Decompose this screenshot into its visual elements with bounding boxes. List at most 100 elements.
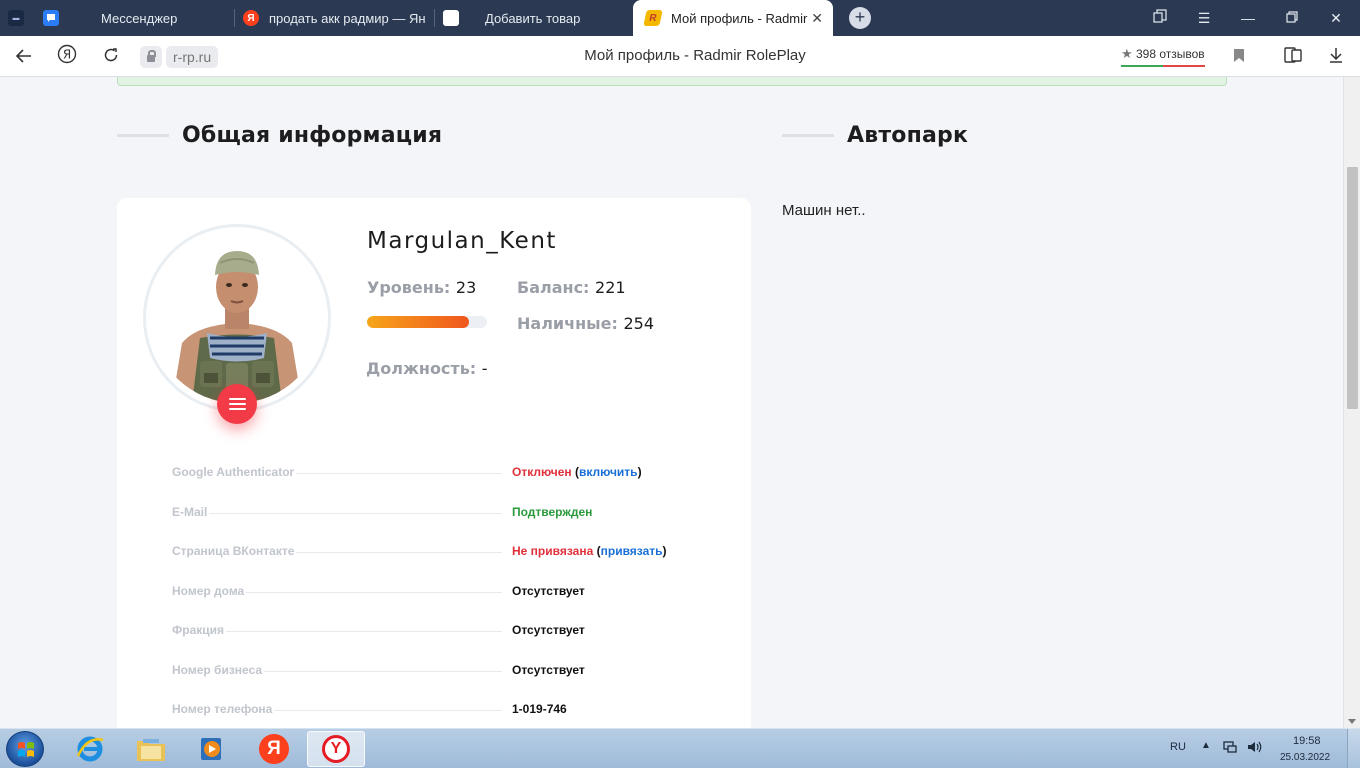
info-label: Номер телефона [172,702,275,716]
enable-2fa-link[interactable]: включить [579,465,638,479]
general-info-header: Общая информация [117,123,442,148]
info-row-google-auth: Google Authenticator Отключен (включить) [172,463,732,483]
garage-title: Автопарк [847,123,969,148]
balance-value: 221 [595,278,626,297]
internet-explorer-icon [76,736,104,762]
taskbar-yandex[interactable]: Я [245,731,303,767]
level-value: 23 [455,278,477,297]
windows-taskbar: Я Y RU ▲ 19:58 25.03.2022 [0,728,1360,768]
yandex-browser-icon: Y [322,735,350,763]
avatar-image [152,233,322,403]
section-line [117,134,169,137]
info-label: Номер бизнеса [172,663,265,677]
cash-value: 254 [623,314,654,333]
tab-messenger[interactable]: Мессенджер [43,0,233,36]
balance-stat: Баланс: 221 [517,278,626,297]
profile-card: Margulan_Kent Уровень: 23 Баланс: 221 На… [117,198,751,728]
yandex-icon: Я [243,10,259,26]
profile-menu-button[interactable] [217,384,257,424]
info-row-house: Номер дома Отсутствует [172,582,732,602]
link-vk-link[interactable]: привязать [601,544,663,558]
info-row-email: E-Mail Подтвержден [172,503,732,523]
info-row-business: Номер бизнеса Отсутствует [172,661,732,681]
menu-icon[interactable]: ☰ [1182,0,1226,36]
username: Margulan_Kent [367,228,557,254]
minimize-icon[interactable]: — [1226,0,1270,36]
start-button[interactable] [6,731,44,767]
star-icon: ★ [1121,46,1133,61]
info-row-phone: Номер телефона 1-019-746 [172,700,732,720]
blank-page-icon [443,10,459,26]
info-label: Страница ВКонтакте [172,544,297,558]
folder-icon [137,739,165,761]
garage-header: Автопарк [782,123,968,148]
taskbar-yandex-browser[interactable]: Y [307,731,365,767]
google-auth-status: Отключен [512,465,572,479]
address-bar: Я r-rp.ru Мой профиль - Radmir RolePlay … [0,36,1360,77]
new-tab-button[interactable]: + [849,7,871,29]
row-line [172,513,502,514]
taskbar-media-player[interactable] [183,731,241,767]
clock-time[interactable]: 19:58 [1293,735,1321,747]
hamburger-icon [228,398,246,400]
tab-my-profile[interactable]: R Мой профиль - Radmir ✕ [633,0,833,36]
tab-yandex-search[interactable]: Я продать акк радмир — Ян [243,0,433,36]
tab-add-product[interactable]: Добавить товар [443,0,633,36]
cash-label: Наличные: [517,314,618,333]
volume-icon[interactable] [1246,739,1262,758]
yandex-icon: Я [259,734,289,764]
scroll-thumb[interactable] [1347,167,1358,409]
close-window-icon[interactable]: ✕ [1314,0,1358,36]
collections-icon[interactable] [1280,44,1306,70]
info-label: Google Authenticator [172,465,297,479]
faction-value: Отсутствует [512,623,585,637]
tray-expand-icon[interactable]: ▲ [1201,740,1211,751]
tab-label: Добавить товар [485,10,581,26]
download-icon[interactable] [1323,44,1349,70]
info-label: Фракция [172,623,227,637]
network-icon[interactable] [1222,739,1238,758]
general-info-title: Общая информация [182,123,443,148]
level-label: Уровень: [367,278,451,297]
info-row-faction: Фракция Отсутствует [172,621,732,641]
cash-stat: Наличные: 254 [517,314,654,333]
taskbar-explorer[interactable] [122,731,180,767]
pinned-tab[interactable]: ▬ [8,0,28,36]
position-value: - [481,359,488,378]
tab-label: продать акк радмир — Ян [269,10,426,26]
scroll-down-icon[interactable] [1348,719,1356,724]
taskbar-ie[interactable] [61,731,119,767]
tab-label: Мой профиль - Radmir [671,10,808,26]
reviews-badge[interactable]: ★ 398 отзывов [1121,46,1205,67]
no-cars-text: Машин нет.. [782,202,866,219]
restore-icon[interactable] [1270,0,1314,36]
vk-status: Не привязана [512,544,594,558]
close-tab-icon[interactable]: ✕ [811,10,823,27]
info-row-vk: Страница ВКонтакте Не привязана (привяза… [172,542,732,562]
messenger-icon [43,10,59,26]
tab-sync-icon[interactable] [1138,0,1182,36]
phone-value: 1-019-746 [512,702,567,716]
balance-label: Баланс: [517,278,590,297]
business-value: Отсутствует [512,663,585,677]
email-status: Подтвержден [512,505,593,519]
show-desktop-button[interactable] [1347,729,1360,768]
page-content: Общая информация Автопарк Машин нет.. Ma… [0,77,1360,728]
pinned-site-icon: ▬ [8,10,24,26]
section-line [782,134,834,137]
tab-divider [434,9,435,27]
tab-divider [234,9,235,27]
position-label: Должность: [366,359,477,378]
page-scrollbar[interactable] [1343,77,1360,728]
level-stat: Уровень: 23 [367,278,476,297]
level-progress-bar [367,316,487,328]
media-player-icon [201,738,221,760]
language-indicator[interactable]: RU [1170,741,1186,753]
windows-logo-icon [18,742,34,757]
bookmark-icon[interactable] [1226,44,1252,70]
success-banner [117,77,1227,86]
clock-date[interactable]: 25.03.2022 [1280,752,1330,763]
level-progress-fill [367,316,469,328]
info-value: Отключен (включить) [512,465,642,479]
hamburger-icon [228,408,246,410]
